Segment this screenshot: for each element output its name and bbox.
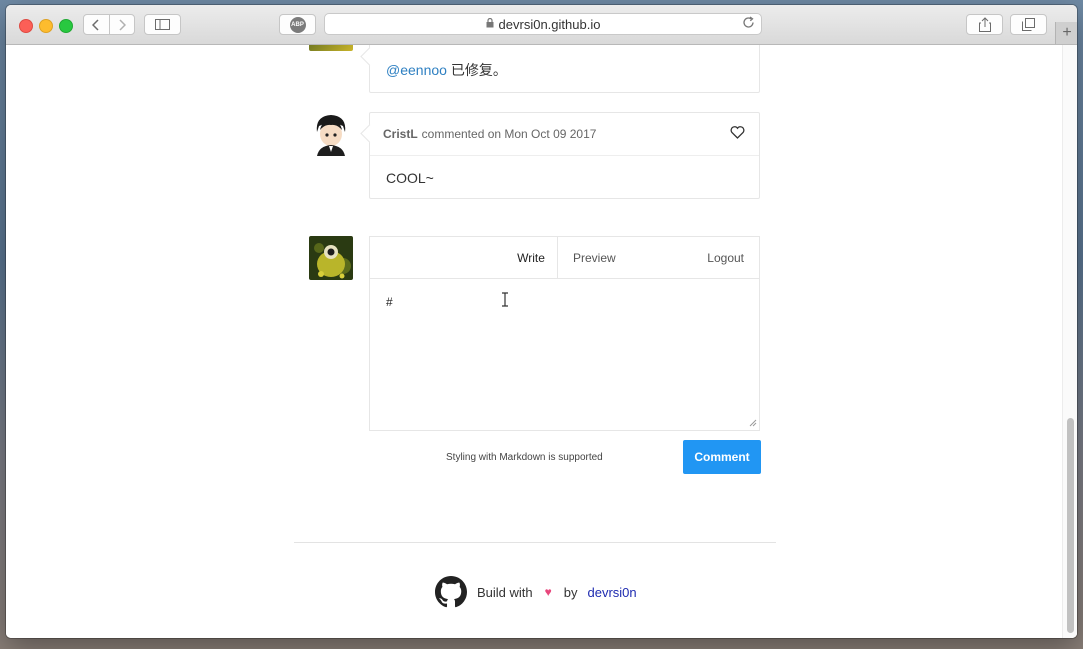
footer-divider — [294, 542, 776, 543]
chevron-left-icon — [92, 18, 99, 31]
address-bar[interactable]: devrsi0n.github.io — [324, 13, 762, 35]
browser-toolbar: ABP devrsi0n.github.io + — [6, 5, 1077, 45]
chevron-right-icon — [119, 18, 126, 31]
current-user-avatar — [309, 236, 353, 280]
tab-preview[interactable]: Preview — [573, 237, 616, 279]
resize-handle-icon[interactable] — [749, 419, 757, 429]
close-window-button[interactable] — [19, 19, 33, 33]
heart-icon: ♥ — [544, 585, 552, 599]
textarea-value: # — [386, 295, 393, 309]
back-button[interactable] — [84, 15, 109, 34]
comment-text: 已修复。 — [446, 62, 507, 78]
maximize-window-button[interactable] — [59, 19, 73, 33]
abp-icon: ABP — [289, 16, 306, 33]
comment-card: CristL commented on Mon Oct 09 2017 COOL… — [369, 112, 760, 199]
tabs-icon — [1022, 18, 1035, 31]
heart-icon[interactable] — [730, 126, 745, 143]
footer-build-text: Build with — [477, 584, 533, 600]
comment-submit-button[interactable]: Comment — [683, 440, 761, 474]
footer-by-text: by — [563, 584, 578, 600]
comment-meta: commented on Mon Oct 09 2017 — [421, 127, 597, 141]
logout-button[interactable]: Logout — [707, 237, 744, 279]
minimize-window-button[interactable] — [39, 19, 53, 33]
avatar — [309, 112, 353, 156]
comment-body: @eennoo 已修复。 — [370, 45, 759, 94]
tab-write[interactable]: Write — [504, 237, 558, 279]
lock-icon — [486, 17, 494, 31]
comment-header: CristL commented on Mon Oct 09 2017 — [370, 113, 759, 156]
avatar — [309, 45, 353, 51]
comment-textarea[interactable]: # — [369, 278, 760, 431]
comment-author[interactable]: CristL — [383, 127, 418, 141]
new-tab-button[interactable]: + — [1055, 22, 1077, 44]
text-cursor-icon — [501, 292, 509, 310]
adblock-extension-button[interactable]: ABP — [279, 14, 316, 35]
author-link[interactable]: devrsi0n — [588, 585, 637, 600]
footer: Build with ♥ by devrsi0n — [435, 575, 637, 609]
editor-tab-bar: Write Preview Logout — [369, 236, 760, 279]
share-icon — [978, 17, 991, 32]
share-button[interactable] — [966, 14, 1003, 35]
page-content: @eennoo 已修复。 CristL commented on Mon Oct… — [6, 45, 1077, 638]
browser-window: ABP devrsi0n.github.io + @eennoo 已修复。 Cr… — [6, 5, 1077, 638]
scrollbar[interactable] — [1062, 45, 1077, 638]
reload-icon[interactable] — [742, 16, 755, 32]
github-icon[interactable] — [435, 576, 467, 608]
mention-link[interactable]: @eennoo — [386, 62, 447, 78]
show-tabs-button[interactable] — [1010, 14, 1047, 35]
scroll-thumb[interactable] — [1067, 418, 1074, 633]
url-text: devrsi0n.github.io — [498, 16, 601, 32]
forward-button[interactable] — [110, 15, 135, 34]
comment-editor: Write Preview Logout # — [369, 236, 760, 431]
sidebar-toggle-button[interactable] — [144, 14, 181, 35]
markdown-note: Styling with Markdown is supported — [446, 452, 603, 463]
nav-button-group — [83, 14, 135, 35]
comment-body: COOL~ — [386, 170, 434, 186]
sidebar-icon — [155, 19, 170, 30]
comment-card: @eennoo 已修复。 — [369, 45, 760, 93]
